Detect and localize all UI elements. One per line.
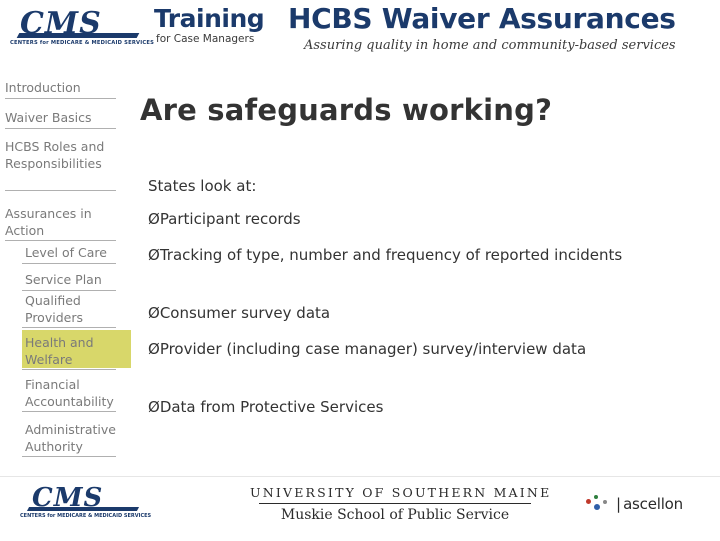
cms-logo-subtext: CENTERS for MEDICARE & MEDICAID SERVICES	[10, 40, 155, 46]
sidebar-item-label: Qualified Providers	[25, 293, 83, 325]
sidebar-item-label: Assurances in Action	[5, 206, 92, 238]
list-item: Ø Provider (including case manager) surv…	[148, 339, 673, 360]
header-subtitle: Assuring quality in home and community-b…	[304, 38, 676, 53]
sidebar-item-label: Introduction	[5, 80, 81, 95]
slide-header: CMS CENTERS for MEDICARE & MEDICAID SERV…	[0, 0, 720, 65]
list-item-label: Data from Protective Services	[159, 398, 384, 416]
bullet-marker-icon: Ø	[148, 398, 160, 416]
header-right-branding: HCBS Waiver Assurances Assuring quality …	[288, 0, 720, 62]
sidebar-divider	[5, 240, 116, 241]
university-name: UNIVERSITY OF SOUTHERN MAINE	[250, 485, 552, 500]
sidebar-item-health-and-welfare[interactable]: Health and Welfare	[25, 335, 125, 368]
sidebar-item-qualified-providers[interactable]: Qualified Providers	[25, 293, 125, 326]
sidebar-item-waiver-basics[interactable]: Waiver Basics	[5, 110, 127, 127]
page-title: Are safeguards working?	[140, 93, 553, 127]
sidebar-item-label: Service Plan	[25, 272, 102, 287]
sidebar-item-label: Waiver Basics	[5, 110, 92, 125]
cms-logo-footer-icon: CMS CENTERS for MEDICARE & MEDICAID SERV…	[18, 483, 178, 527]
divider	[259, 503, 531, 504]
sidebar-item-introduction[interactable]: Introduction	[5, 80, 127, 97]
cms-logo-icon: CMS CENTERS for MEDICARE & MEDICAID SERV…	[10, 6, 154, 54]
bullet-marker-icon: Ø	[148, 304, 160, 322]
list-item-label: Provider (including case manager) survey…	[159, 340, 587, 358]
header-left-branding: CMS CENTERS for MEDICARE & MEDICAID SERV…	[6, 2, 286, 62]
list-item: Ø Consumer survey data	[148, 303, 688, 324]
sidebar-item-label: Financial Accountability	[25, 377, 114, 409]
list-item: Ø Data from Protective Services	[148, 397, 688, 418]
cms-swoosh-footer-icon	[26, 507, 140, 511]
sidebar-divider	[22, 411, 116, 412]
university-logo: UNIVERSITY OF SOUTHERN MAINE Muskie Scho…	[250, 485, 552, 523]
ascellon-separator: |	[616, 495, 622, 513]
list-item-label: Tracking of type, number and frequency o…	[159, 246, 623, 264]
university-school-name: Muskie School of Public Service	[280, 507, 510, 523]
sidebar-item-financial-accountability[interactable]: Financial Accountability	[25, 377, 129, 410]
sidebar-divider	[5, 98, 116, 99]
sidebar-divider	[5, 190, 116, 191]
training-wordmark: Training	[154, 4, 265, 33]
sidebar-nav: Introduction Waiver Basics HCBS Roles an…	[0, 64, 131, 476]
slide-footer: CMS CENTERS for MEDICARE & MEDICAID SERV…	[0, 476, 720, 541]
sidebar-item-assurances-in-action[interactable]: Assurances in Action	[5, 206, 117, 239]
list-item: Ø Participant records	[148, 209, 688, 230]
sidebar-divider	[22, 263, 116, 264]
bullet-marker-icon: Ø	[148, 246, 160, 264]
sidebar-item-administrative-authority[interactable]: Administrative Authority	[25, 422, 133, 455]
sidebar-item-label: Level of Care	[25, 245, 107, 260]
list-item: Ø Tracking of type, number and frequency…	[148, 245, 673, 266]
slide-body: Are safeguards working? States look at: …	[131, 64, 720, 476]
slide: CMS CENTERS for MEDICARE & MEDICAID SERV…	[0, 0, 720, 541]
list-item-label: Participant records	[159, 210, 301, 228]
sidebar-item-label: Health and Welfare	[25, 335, 94, 367]
header-title: HCBS Waiver Assurances	[288, 2, 676, 35]
sidebar-divider	[22, 290, 116, 291]
ascellon-name: ascellon	[623, 495, 683, 513]
ascellon-logo: | ascellon	[586, 495, 683, 513]
sidebar-item-label: HCBS Roles and Responsibilities	[5, 139, 105, 171]
sidebar-item-label: Administrative Authority	[25, 422, 116, 454]
list-item-label: Consumer survey data	[159, 304, 331, 322]
cms-swoosh-icon	[16, 33, 140, 38]
bullet-marker-icon: Ø	[148, 210, 160, 228]
sidebar-divider	[22, 369, 116, 370]
ascellon-dots-icon	[586, 495, 612, 513]
sidebar-divider	[5, 128, 116, 129]
training-subtext: for Case Managers	[156, 33, 255, 45]
sidebar-divider	[22, 456, 116, 457]
cms-logo-footer-subtext: CENTERS for MEDICARE & MEDICAID SERVICES	[20, 513, 152, 519]
sidebar-item-service-plan[interactable]: Service Plan	[25, 272, 131, 289]
sidebar-item-hcbs-roles-and-responsibilities[interactable]: HCBS Roles and Responsibilities	[5, 139, 123, 172]
intro-text: States look at:	[148, 177, 257, 195]
sidebar-divider	[22, 327, 116, 328]
sidebar-item-level-of-care[interactable]: Level of Care	[25, 245, 131, 262]
bullet-marker-icon: Ø	[148, 340, 160, 358]
